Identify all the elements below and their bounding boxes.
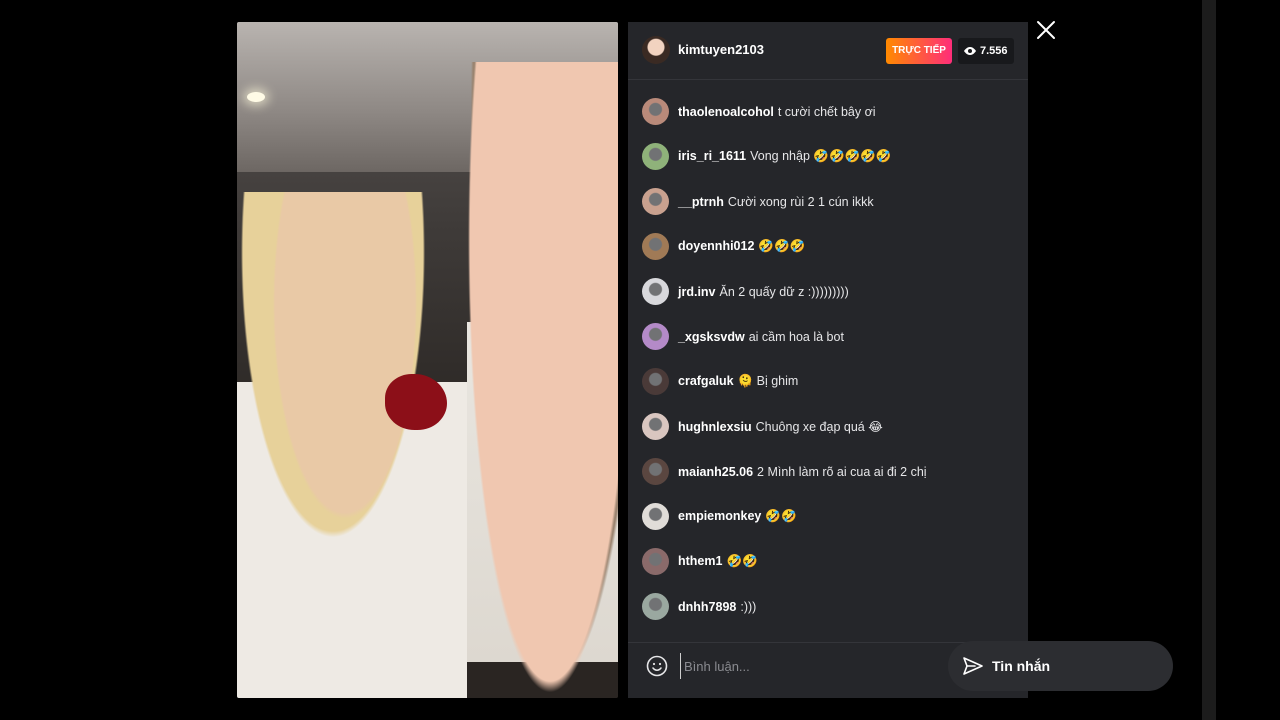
comment-item[interactable]: jrd.inv Ăn 2 quấy dữ z :))))))))) — [628, 269, 1028, 314]
comment-username[interactable]: hughnlexsiu — [678, 420, 752, 434]
comment-item[interactable]: thaolenoalcohol t cười chết bây ơi — [628, 89, 1028, 134]
comment-username[interactable]: thaolenoalcohol — [678, 105, 774, 119]
comment-text: thaolenoalcohol t cười chết bây ơi — [678, 105, 876, 119]
comment-message: t cười chết bây ơi — [777, 104, 876, 119]
video-rose — [385, 374, 447, 430]
comment-username[interactable]: doyennhi012 — [678, 239, 754, 253]
comment-item[interactable]: hthem1 🤣🤣 — [628, 539, 1028, 584]
comment-username[interactable]: hthem1 — [678, 554, 722, 568]
comment-message: ai cầm hoa là bot — [748, 329, 844, 344]
comment-message: 🤣🤣 — [726, 554, 758, 568]
comment-item[interactable]: maianh25.06 2 Mình làm rõ ai cua ai đi 2 … — [628, 449, 1028, 494]
comment-item[interactable]: empiemonkey 🤣🤣 — [628, 494, 1028, 539]
comment-avatar[interactable] — [642, 368, 669, 395]
comment-message: 🫠 Bị ghim — [737, 374, 799, 388]
comment-message: Cười xong rùi 2 1 cún ikkk — [727, 194, 874, 209]
comment-input[interactable] — [680, 653, 960, 679]
message-button[interactable]: Tin nhắn — [948, 641, 1173, 691]
comment-text: hughnlexsiu Chuông xe đạp quá 😂 — [678, 419, 883, 434]
comment-text: crafgaluk 🫠 Bị ghim — [678, 374, 798, 389]
comment-avatar[interactable] — [642, 458, 669, 485]
comment-text: doyennhi012 🤣🤣🤣 — [678, 239, 805, 254]
comment-message: Ăn 2 quấy dữ z :))))))))) — [719, 284, 849, 299]
close-button[interactable] — [1034, 18, 1058, 42]
comment-avatar[interactable] — [642, 278, 669, 305]
comment-item[interactable]: __ptrnh Cười xong rùi 2 1 cún ikkk — [628, 179, 1028, 224]
send-icon — [962, 655, 984, 677]
close-icon[interactable] — [1034, 21, 1058, 46]
comment-item[interactable]: crafgaluk 🫠 Bị ghim — [628, 359, 1028, 404]
comment-text: dnhh7898:))) — [678, 600, 756, 614]
video-person-left — [237, 192, 477, 698]
comment-text: maianh25.06 2 Mình làm rõ ai cua ai đi 2 … — [678, 465, 927, 479]
eye-icon — [964, 47, 976, 55]
comment-message: 🤣🤣🤣 — [758, 239, 806, 253]
comment-text: empiemonkey 🤣🤣 — [678, 509, 797, 524]
comment-username[interactable]: __ptrnh — [678, 195, 724, 209]
comment-avatar[interactable] — [642, 143, 669, 170]
viewer-count-badge: 7.556 — [958, 38, 1014, 64]
chat-header: kimtuyen2103 TRỰC TIẾP 7.556 — [628, 22, 1028, 80]
comment-message: Vong nhập 🤣🤣🤣🤣🤣 — [750, 149, 892, 163]
comment-list[interactable]: thaolenoalcohol t cười chết bây ơi iris_ri… — [628, 89, 1028, 629]
comment-item[interactable]: hughnlexsiu Chuông xe đạp quá 😂 — [628, 404, 1028, 449]
live-badge: TRỰC TIẾP — [886, 38, 952, 64]
comment-item[interactable]: iris_ri_1611 Vong nhập 🤣🤣🤣🤣🤣 — [628, 134, 1028, 179]
comment-username[interactable]: crafgaluk — [678, 374, 734, 388]
comment-item[interactable]: _xgsksvdw ai cầm hoa là bot — [628, 314, 1028, 359]
comment-avatar[interactable] — [642, 233, 669, 260]
comment-username[interactable]: empiemonkey — [678, 509, 761, 523]
host-username[interactable]: kimtuyen2103 — [678, 42, 764, 57]
host-avatar[interactable] — [642, 36, 670, 64]
comment-message: 2 Mình làm rõ ai cua ai đi 2 chị — [757, 464, 927, 479]
comment-text: _xgsksvdw ai cầm hoa là bot — [678, 330, 844, 344]
comment-username[interactable]: maianh25.06 — [678, 465, 753, 479]
comment-message: :))) — [740, 599, 757, 614]
comment-avatar[interactable] — [642, 593, 669, 620]
comment-avatar[interactable] — [642, 323, 669, 350]
comment-username[interactable]: dnhh7898 — [678, 600, 736, 614]
page-scrollbar[interactable] — [1202, 0, 1216, 720]
comment-text: __ptrnh Cười xong rùi 2 1 cún ikkk — [678, 195, 874, 209]
comment-message: 🤣🤣 — [765, 509, 797, 523]
video-person-right — [467, 62, 618, 698]
viewer-count: 7.556 — [980, 45, 1008, 57]
message-button-label: Tin nhắn — [992, 658, 1051, 674]
comment-text: iris_ri_1611 Vong nhập 🤣🤣🤣🤣🤣 — [678, 149, 891, 164]
comment-text: jrd.inv Ăn 2 quấy dữ z :))))))))) — [678, 285, 849, 299]
video-ceiling-light — [247, 92, 265, 102]
comment-message: Chuông xe đạp quá 😂 — [755, 420, 883, 434]
comment-username[interactable]: _xgsksvdw — [678, 330, 745, 344]
smile-icon[interactable] — [646, 655, 668, 677]
comment-item[interactable]: doyennhi012 🤣🤣🤣 — [628, 224, 1028, 269]
live-chat-panel: kimtuyen2103 TRỰC TIẾP 7.556 thaolenoalc… — [628, 22, 1028, 698]
comment-avatar[interactable] — [642, 188, 669, 215]
comment-avatar[interactable] — [642, 548, 669, 575]
comment-avatar[interactable] — [642, 98, 669, 125]
comment-username[interactable]: jrd.inv — [678, 285, 716, 299]
comment-avatar[interactable] — [642, 503, 669, 530]
comment-text: hthem1 🤣🤣 — [678, 554, 758, 569]
live-video[interactable] — [237, 22, 618, 698]
comment-avatar[interactable] — [642, 413, 669, 440]
comment-username[interactable]: iris_ri_1611 — [678, 149, 746, 163]
comment-item[interactable]: dnhh7898:))) — [628, 584, 1028, 629]
